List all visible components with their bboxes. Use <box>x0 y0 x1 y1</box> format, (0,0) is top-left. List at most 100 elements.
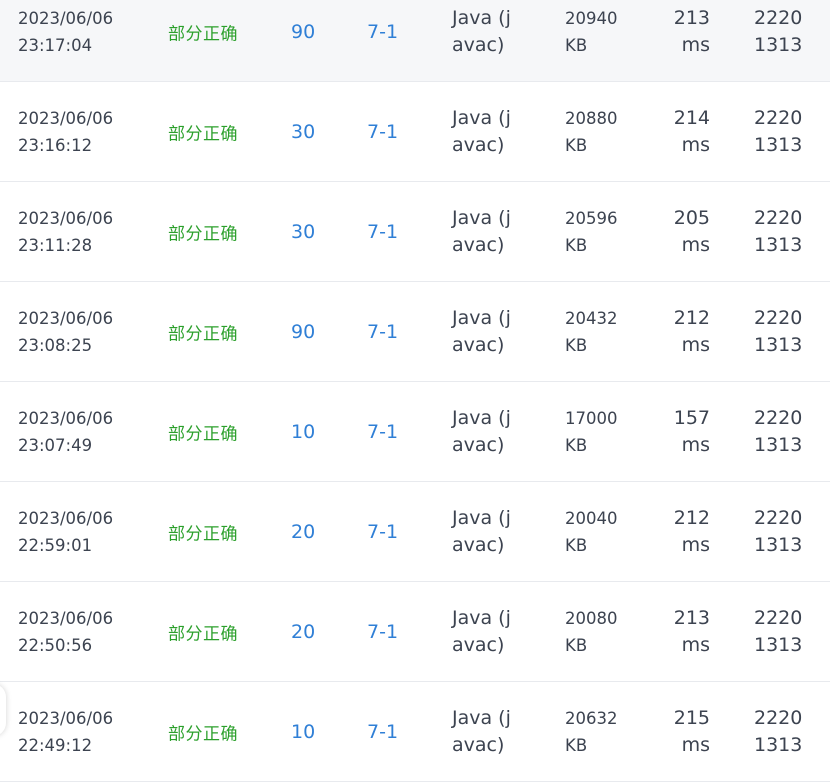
status-badge[interactable]: 部分正确 <box>168 419 238 444</box>
runtime-unit: ms <box>681 333 710 356</box>
user-id-cell: 2220 1313 <box>754 105 802 159</box>
compiler-cell: Java (j avac) <box>452 505 511 559</box>
memory-unit: KB <box>565 135 588 155</box>
submit-date-text: 2023/06/06 <box>18 508 114 528</box>
user-id-line1: 2220 <box>754 206 803 229</box>
user-id-line1: 2220 <box>754 606 803 629</box>
submit-time: 2023/06/06 22:49:12 <box>18 705 113 759</box>
compiler-text-line2: avac) <box>452 133 505 156</box>
memory-cell: 20040 KB <box>565 505 618 559</box>
submit-time: 2023/06/06 23:11:28 <box>18 205 113 259</box>
status-badge[interactable]: 部分正确 <box>168 519 238 544</box>
user-id-cell: 2220 1313 <box>754 505 802 559</box>
user-id-line1: 2220 <box>754 506 803 529</box>
table-row[interactable]: 2023/06/06 22:50:56 部分正确 20 7-1 Java (j … <box>0 582 830 682</box>
user-id-line1: 2220 <box>754 706 803 729</box>
runtime-cell: 213 ms <box>655 605 710 659</box>
memory-unit: KB <box>565 635 588 655</box>
table-row[interactable]: 2023/06/06 23:17:04 部分正确 90 7-1 Java (j … <box>0 0 830 82</box>
user-id-line2: 1313 <box>754 33 803 56</box>
runtime-cell: 212 ms <box>655 505 710 559</box>
runtime-unit: ms <box>681 633 710 656</box>
submit-date-text: 2023/06/06 <box>18 8 114 28</box>
compiler-text-line2: avac) <box>452 33 505 56</box>
memory-cell: 20632 KB <box>565 705 618 759</box>
compiler-text-line2: avac) <box>452 733 505 756</box>
problem-link[interactable]: 7-1 <box>367 221 398 243</box>
memory-value: 20632 <box>565 708 618 728</box>
user-id-line2: 1313 <box>754 333 803 356</box>
table-row[interactable]: 2023/06/06 23:08:25 部分正确 90 7-1 Java (j … <box>0 282 830 382</box>
problem-link[interactable]: 7-1 <box>367 121 398 143</box>
compiler-text-line1: Java (j <box>452 306 511 329</box>
submit-date-text: 2023/06/06 <box>18 408 114 428</box>
compiler-cell: Java (j avac) <box>452 705 511 759</box>
runtime-cell: 214 ms <box>655 105 710 159</box>
status-badge[interactable]: 部分正确 <box>168 719 238 744</box>
problem-link[interactable]: 7-1 <box>367 721 398 743</box>
memory-unit: KB <box>565 35 588 55</box>
user-id-line1: 2220 <box>754 306 803 329</box>
runtime-cell: 213 ms <box>655 5 710 59</box>
runtime-value: 212 <box>673 506 710 529</box>
submit-clock-text: 22:50:56 <box>18 635 93 655</box>
score-value: 10 <box>291 720 316 743</box>
memory-cell: 20596 KB <box>565 205 618 259</box>
memory-cell: 20432 KB <box>565 305 618 359</box>
user-id-cell: 2220 1313 <box>754 605 802 659</box>
memory-cell: 20880 KB <box>565 105 618 159</box>
problem-link[interactable]: 7-1 <box>367 521 398 543</box>
submit-time: 2023/06/06 23:07:49 <box>18 405 113 459</box>
submit-date-text: 2023/06/06 <box>18 208 114 228</box>
submission-table: 2023/06/06 23:17:04 部分正确 90 7-1 Java (j … <box>0 0 830 782</box>
problem-link[interactable]: 7-1 <box>367 21 398 43</box>
memory-unit: KB <box>565 235 588 255</box>
table-row[interactable]: 2023/06/06 22:59:01 部分正确 20 7-1 Java (j … <box>0 482 830 582</box>
user-id-line2: 1313 <box>754 133 803 156</box>
compiler-cell: Java (j avac) <box>452 5 511 59</box>
memory-cell: 17000 KB <box>565 405 618 459</box>
submit-time: 2023/06/06 23:16:12 <box>18 105 113 159</box>
score-value: 20 <box>291 620 316 643</box>
problem-link[interactable]: 7-1 <box>367 421 398 443</box>
runtime-value: 214 <box>673 106 710 129</box>
compiler-text-line1: Java (j <box>452 6 511 29</box>
submit-time: 2023/06/06 23:08:25 <box>18 305 113 359</box>
submit-date-text: 2023/06/06 <box>18 108 114 128</box>
memory-unit: KB <box>565 435 588 455</box>
compiler-text-line1: Java (j <box>452 206 511 229</box>
status-badge[interactable]: 部分正确 <box>168 219 238 244</box>
problem-link[interactable]: 7-1 <box>367 621 398 643</box>
user-id-line2: 1313 <box>754 533 803 556</box>
user-id-cell: 2220 1313 <box>754 5 802 59</box>
runtime-value: 205 <box>673 206 710 229</box>
score-value: 30 <box>291 220 316 243</box>
table-row[interactable]: 2023/06/06 23:11:28 部分正确 30 7-1 Java (j … <box>0 182 830 282</box>
runtime-value: 215 <box>673 706 710 729</box>
memory-value: 17000 <box>565 408 618 428</box>
compiler-text-line1: Java (j <box>452 606 511 629</box>
submit-clock-text: 23:11:28 <box>18 235 93 255</box>
user-id-line2: 1313 <box>754 433 803 456</box>
status-badge[interactable]: 部分正确 <box>168 19 238 44</box>
compiler-cell: Java (j avac) <box>452 605 511 659</box>
compiler-cell: Java (j avac) <box>452 205 511 259</box>
runtime-unit: ms <box>681 133 710 156</box>
memory-unit: KB <box>565 535 588 555</box>
status-badge[interactable]: 部分正确 <box>168 619 238 644</box>
table-row[interactable]: 2023/06/06 23:16:12 部分正确 30 7-1 Java (j … <box>0 82 830 182</box>
status-badge[interactable]: 部分正确 <box>168 119 238 144</box>
table-row[interactable]: 2023/06/06 23:07:49 部分正确 10 7-1 Java (j … <box>0 382 830 482</box>
score-value: 90 <box>291 20 316 43</box>
memory-value: 20432 <box>565 308 618 328</box>
runtime-unit: ms <box>681 33 710 56</box>
runtime-unit: ms <box>681 733 710 756</box>
table-row[interactable]: 2023/06/06 22:49:12 部分正确 10 7-1 Java (j … <box>0 682 830 782</box>
runtime-value: 157 <box>673 406 710 429</box>
problem-link[interactable]: 7-1 <box>367 321 398 343</box>
status-badge[interactable]: 部分正确 <box>168 319 238 344</box>
compiler-text-line1: Java (j <box>452 506 511 529</box>
compiler-text-line1: Java (j <box>452 406 511 429</box>
runtime-cell: 157 ms <box>655 405 710 459</box>
user-id-cell: 2220 1313 <box>754 205 802 259</box>
